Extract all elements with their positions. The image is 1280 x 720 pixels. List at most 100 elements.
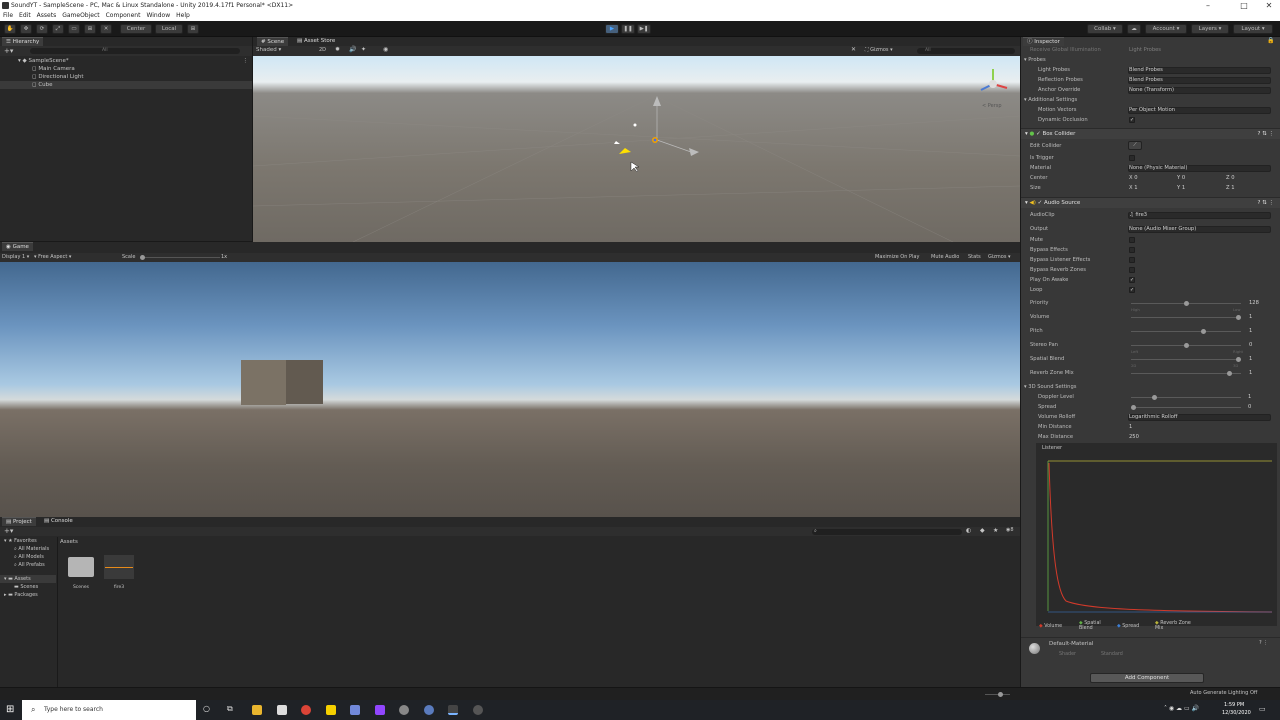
- is-trigger-checkbox[interactable]: [1129, 155, 1135, 161]
- favorite-star-icon[interactable]: ★: [993, 527, 998, 534]
- account-button[interactable]: Account ▾: [1145, 24, 1187, 34]
- center-x-field[interactable]: X 0: [1129, 173, 1138, 183]
- perspective-label[interactable]: < Persp: [982, 103, 1002, 109]
- rolloff-graph[interactable]: Listener: [1036, 443, 1277, 626]
- unity-hub-icon[interactable]: [424, 705, 434, 715]
- project-asset[interactable]: Scenes: [66, 555, 96, 599]
- packages-folder[interactable]: ▸ ▬ Packages: [0, 591, 56, 599]
- slider-knob[interactable]: [1201, 329, 1207, 334]
- store-icon[interactable]: [277, 705, 287, 715]
- hierarchy-search-input[interactable]: All: [30, 48, 240, 54]
- toggle-checkbox[interactable]: ✓: [1129, 277, 1135, 283]
- slider-knob[interactable]: [1236, 315, 1241, 320]
- toggle-checkbox[interactable]: [1129, 247, 1135, 253]
- toggle-checkbox[interactable]: [1129, 257, 1135, 263]
- menu-help[interactable]: Help: [173, 11, 193, 21]
- move-gizmo[interactable]: [614, 96, 699, 156]
- scene-viewport[interactable]: < Persp: [253, 56, 1020, 242]
- tray-icons[interactable]: ˄ ◉ ☁ ▭ 🔊: [1164, 705, 1199, 712]
- additional-settings-header[interactable]: ▾ Additional Settings: [1021, 95, 1280, 105]
- settings-gear-icon[interactable]: [399, 705, 409, 715]
- toggle-checkbox[interactable]: [1129, 237, 1135, 243]
- hierarchy-item[interactable]: ◻ Main Camera: [0, 65, 252, 73]
- step-button[interactable]: ▶❚: [637, 24, 651, 34]
- menu-file[interactable]: File: [0, 11, 16, 21]
- slider-value[interactable]: 1: [1249, 326, 1252, 336]
- value-slider[interactable]: [1131, 371, 1241, 376]
- slider-value[interactable]: 1: [1249, 312, 1252, 322]
- grid-snap-icon[interactable]: ⊞: [187, 24, 199, 34]
- scene-search-input[interactable]: All: [917, 48, 1015, 54]
- tab-hierarchy[interactable]: ☰ Hierarchy: [2, 37, 44, 46]
- slider-knob[interactable]: [1183, 343, 1189, 348]
- min-distance-field[interactable]: 1: [1129, 422, 1132, 432]
- windows-start-icon[interactable]: ⊞: [6, 704, 14, 715]
- effects-toggle-icon[interactable]: ✦: [361, 46, 366, 53]
- sound3d-header[interactable]: ▾ 3D Sound Settings: [1021, 382, 1280, 392]
- layout-button[interactable]: Layout ▾: [1233, 24, 1273, 34]
- menu-assets[interactable]: Assets: [34, 11, 60, 21]
- gizmos-dropdown[interactable]: ⛶ Gizmos ▾: [865, 47, 893, 53]
- cloud-icon[interactable]: ☁: [1127, 24, 1141, 34]
- dynamic-occlusion-checkbox[interactable]: ✓: [1129, 117, 1135, 123]
- inspector-lock-icon[interactable]: 🔒: [1267, 37, 1274, 44]
- clock-time[interactable]: 1:59 PM: [1224, 702, 1244, 708]
- mode-2d-toggle[interactable]: 2D: [319, 47, 326, 53]
- layers-button[interactable]: Layers ▾: [1191, 24, 1229, 34]
- tab-asset-store[interactable]: ▤ Asset Store: [293, 37, 340, 46]
- file-explorer-icon[interactable]: [252, 705, 262, 715]
- slider-value[interactable]: 128: [1249, 298, 1259, 308]
- favorite-item[interactable]: ⌕ All Models: [0, 553, 56, 561]
- menu-component[interactable]: Component: [103, 11, 144, 21]
- tab-scene[interactable]: # Scene: [257, 37, 289, 46]
- notification-icon[interactable]: ▭: [1259, 705, 1266, 713]
- size-y-field[interactable]: Y 1: [1177, 183, 1185, 193]
- chrome-icon[interactable]: [301, 705, 311, 715]
- sticky-notes-icon[interactable]: [326, 705, 336, 715]
- shader-value[interactable]: Standard: [1101, 652, 1123, 657]
- slider-value[interactable]: 1: [1249, 354, 1252, 364]
- assets-folder[interactable]: ▾ ▬ Assets: [0, 575, 56, 583]
- audioclip-field[interactable]: [1128, 211, 1271, 219]
- value-slider[interactable]: [1131, 329, 1241, 334]
- tab-game[interactable]: ◉ Game: [2, 242, 33, 251]
- play-button[interactable]: ▶: [605, 24, 619, 34]
- center-y-field[interactable]: Y 0: [1177, 173, 1185, 183]
- pause-button[interactable]: ❚❚: [621, 24, 635, 34]
- doppler-slider[interactable]: [1131, 395, 1241, 400]
- lighting-toggle-icon[interactable]: ✹: [335, 46, 340, 53]
- value-slider[interactable]: [1131, 357, 1241, 362]
- collab-button[interactable]: Collab ▾: [1087, 24, 1123, 34]
- scale-slider[interactable]: [140, 255, 220, 260]
- tab-project[interactable]: ▤ Project: [2, 517, 36, 526]
- orientation-gizmo[interactable]: [975, 66, 1011, 102]
- unity-editor-icon[interactable]: [448, 705, 458, 715]
- custom-tool-icon[interactable]: ✕: [100, 24, 112, 34]
- pivot-center-button[interactable]: Center: [120, 24, 152, 34]
- project-search-input[interactable]: ⌕: [812, 528, 962, 535]
- project-asset[interactable]: fire3: [104, 555, 134, 599]
- toggle-checkbox[interactable]: [1129, 267, 1135, 273]
- favorites-folder[interactable]: ▾ ★ Favorites: [0, 537, 56, 545]
- scenes-folder[interactable]: ▬ Scenes: [0, 583, 56, 591]
- create-plus-icon[interactable]: +▾: [4, 47, 13, 55]
- max-distance-field[interactable]: 250: [1129, 432, 1139, 442]
- rect-tool-icon[interactable]: ▭: [68, 24, 80, 34]
- aspect-dropdown[interactable]: ▾ Free Aspect ▾: [34, 253, 71, 262]
- hidden-objects-icon[interactable]: ◉: [383, 46, 388, 53]
- discord-icon[interactable]: [350, 705, 360, 715]
- space-local-button[interactable]: Local: [155, 24, 183, 34]
- hierarchy-item[interactable]: ◻ Directional Light: [0, 73, 252, 81]
- move-tool-icon[interactable]: ✥: [20, 24, 32, 34]
- obs-icon[interactable]: [473, 705, 483, 715]
- icon-size-slider[interactable]: [985, 692, 1010, 697]
- value-slider[interactable]: [1131, 301, 1241, 306]
- scale-tool-icon[interactable]: ⤢: [52, 24, 64, 34]
- clock-date[interactable]: 12/30/2020: [1222, 710, 1251, 716]
- size-x-field[interactable]: X 1: [1129, 183, 1138, 193]
- tools-icon[interactable]: ✕: [851, 46, 856, 53]
- menu-window[interactable]: Window: [143, 11, 173, 21]
- center-z-field[interactable]: Z 0: [1226, 173, 1235, 183]
- mute-audio-toggle[interactable]: Mute Audio: [931, 253, 959, 262]
- filter-type-icon[interactable]: ◐: [966, 527, 971, 534]
